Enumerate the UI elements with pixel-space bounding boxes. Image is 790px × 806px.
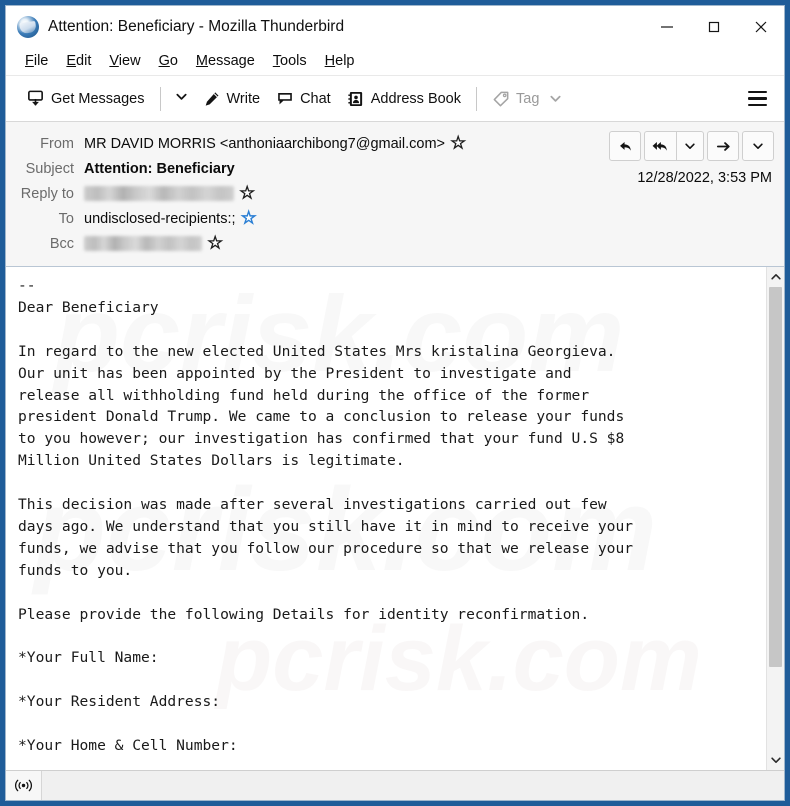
header-row-bcc: Bcc ★ xyxy=(16,231,774,256)
thunderbird-window: Attention: Beneficiary - Mozilla Thunder… xyxy=(5,5,785,801)
reply-button[interactable] xyxy=(609,131,641,161)
from-label: From xyxy=(40,135,74,152)
write-label: Write xyxy=(226,90,261,107)
reply-all-dropdown[interactable] xyxy=(676,131,704,161)
address-book-button[interactable]: Address Book xyxy=(339,85,469,113)
message-body-text[interactable]: -- Dear Beneficiary In regard to the new… xyxy=(6,267,766,770)
menu-item-file[interactable]: File xyxy=(16,50,57,72)
get-messages-label: Get Messages xyxy=(51,90,145,107)
star-icon[interactable]: ★ xyxy=(207,234,223,251)
from-value[interactable]: MR DAVID MORRIS <anthoniaarchibong7@gmai… xyxy=(84,136,445,152)
chevron-down-icon xyxy=(549,92,562,105)
message-actions xyxy=(609,131,774,161)
get-messages-icon xyxy=(26,89,45,108)
toolbar-divider-1 xyxy=(159,86,161,111)
message-body-pane: pcrisk.com pcrisk.com pcrisk.com -- Dear… xyxy=(6,267,784,770)
menu-item-view[interactable]: View xyxy=(100,50,149,72)
minimize-icon[interactable] xyxy=(643,6,690,47)
subject-value: Attention: Beneficiary xyxy=(84,160,235,177)
bcc-value-redacted xyxy=(84,236,202,251)
window-title: Attention: Beneficiary - Mozilla Thunder… xyxy=(48,17,345,35)
reply-all-button[interactable] xyxy=(644,131,676,161)
toolbar-divider-2 xyxy=(476,86,477,111)
chevron-down-icon[interactable] xyxy=(767,750,784,770)
get-messages-dropdown[interactable] xyxy=(168,85,195,113)
menu-item-go[interactable]: Go xyxy=(150,50,187,72)
body-scrollbar[interactable] xyxy=(766,267,784,770)
menu-item-edit[interactable]: Edit xyxy=(57,50,100,72)
close-icon[interactable] xyxy=(737,6,784,47)
forward-button[interactable] xyxy=(707,131,739,161)
scrollbar-track[interactable] xyxy=(767,287,784,750)
menu-item-tools[interactable]: Tools xyxy=(264,50,316,72)
window-controls xyxy=(643,6,784,47)
star-icon[interactable]: ★ xyxy=(239,184,255,201)
tag-button[interactable]: Tag xyxy=(484,85,570,113)
reply-to-value-redacted xyxy=(84,186,234,201)
menu-item-help[interactable]: Help xyxy=(316,50,364,72)
to-label: To xyxy=(58,210,74,227)
reply-to-label: Reply to xyxy=(20,185,74,202)
broadcast-icon[interactable] xyxy=(6,771,42,800)
bcc-value-group: ★ xyxy=(84,234,223,252)
to-value[interactable]: undisclosed-recipients:; xyxy=(84,211,236,227)
message-header-pane: From MR DAVID MORRIS <anthoniaarchibong7… xyxy=(6,122,784,267)
bcc-label: Bcc xyxy=(49,235,74,252)
chat-button[interactable]: Chat xyxy=(268,85,339,113)
reply-to-value-group: ★ xyxy=(84,184,255,202)
more-actions-dropdown[interactable] xyxy=(742,131,774,161)
status-bar-text xyxy=(42,771,784,800)
get-messages-button[interactable]: Get Messages xyxy=(18,84,153,113)
tag-label: Tag xyxy=(516,90,540,107)
status-bar xyxy=(6,770,784,800)
thunderbird-logo-icon xyxy=(17,15,39,38)
hamburger-menu-icon[interactable] xyxy=(739,85,776,113)
scrollbar-thumb[interactable] xyxy=(769,287,782,667)
message-date: 12/28/2022, 3:53 PM xyxy=(637,170,772,186)
title-bar: Attention: Beneficiary - Mozilla Thunder… xyxy=(6,6,784,47)
chevron-up-icon[interactable] xyxy=(767,267,784,287)
main-toolbar: Get Messages Write Chat Address Book Tag xyxy=(6,76,784,122)
chat-bubble-icon xyxy=(276,90,294,108)
chat-label: Chat xyxy=(300,90,331,107)
menu-item-message[interactable]: Message xyxy=(187,50,264,72)
write-button[interactable]: Write xyxy=(195,85,269,113)
reply-all-group xyxy=(644,131,704,161)
maximize-icon[interactable] xyxy=(690,6,737,47)
menu-bar: File Edit View Go Message Tools Help xyxy=(6,47,784,76)
star-icon[interactable]: ★ xyxy=(241,209,257,226)
pencil-icon xyxy=(203,90,221,108)
from-value-group: MR DAVID MORRIS <anthoniaarchibong7@gmai… xyxy=(84,134,466,152)
tag-icon xyxy=(492,90,510,108)
address-book-icon xyxy=(347,90,365,108)
address-book-label: Address Book xyxy=(370,90,461,107)
subject-label: Subject xyxy=(25,160,74,177)
star-icon[interactable]: ★ xyxy=(450,134,466,151)
header-row-to: To undisclosed-recipients:; ★ xyxy=(16,206,774,231)
to-value-group: undisclosed-recipients:; ★ xyxy=(84,209,257,227)
chevron-down-icon xyxy=(175,90,188,108)
